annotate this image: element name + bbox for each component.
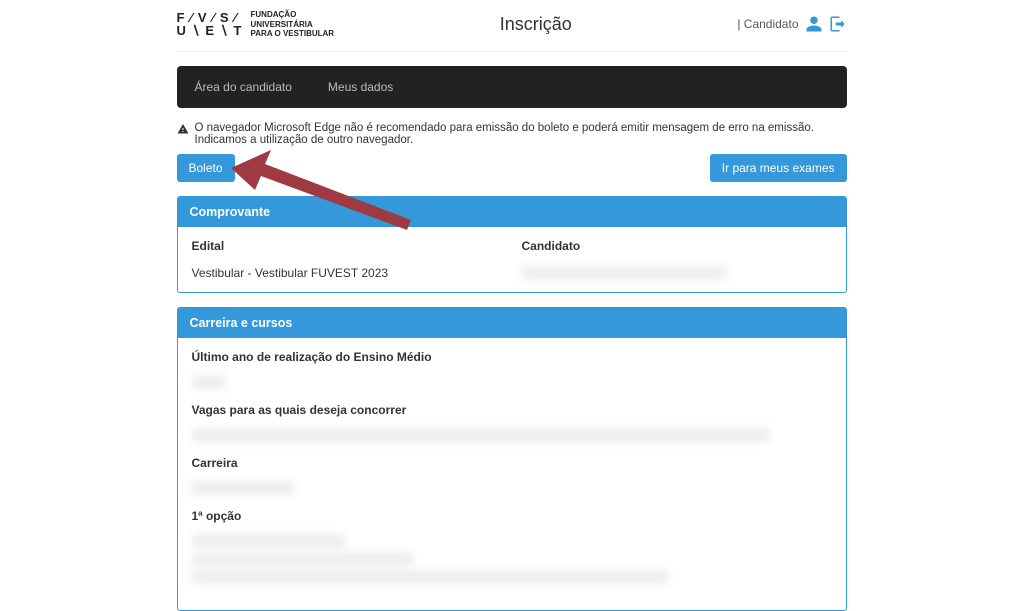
logo-mark-line1: F ∕ V ∕ S ∕ [177, 11, 243, 25]
panel-comprovante-header: Comprovante [178, 197, 846, 227]
logout-icon[interactable] [829, 15, 847, 33]
carreira-label: Carreira [192, 456, 832, 470]
browser-warning: O navegador Microsoft Edge não é recomen… [177, 122, 847, 146]
panel-comprovante: Comprovante Edital Vestibular - Vestibul… [177, 196, 847, 293]
logo-text-line3: para o Vestibular [251, 29, 335, 39]
candidato-label: Candidato [522, 239, 832, 253]
nav-meus-dados[interactable]: Meus dados [310, 66, 411, 108]
ensino-medio-value: ████ [192, 375, 226, 389]
panel-carreira: Carreira e cursos Último ano de realizaç… [177, 307, 847, 611]
logo-text-line2: Universitária [251, 20, 335, 30]
candidato-value: ████████████████████████ [522, 266, 726, 280]
logo-text-line1: Fundação [251, 10, 335, 20]
ensino-medio-label: Último ano de realização do Ensino Médio [192, 350, 832, 364]
logo-mark: F ∕ V ∕ S ∕ U ∖ E ∖ T [177, 11, 243, 38]
user-box: | Candidato [737, 15, 846, 33]
navbar: Área do candidato Meus dados [177, 66, 847, 108]
edital-value: Vestibular - Vestibular FUVEST 2023 [192, 266, 389, 280]
opcao1-value-line3: ████████████████████████████████████████… [192, 570, 668, 584]
logo-text: Fundação Universitária para o Vestibular [251, 10, 335, 39]
edital-label: Edital [192, 239, 502, 253]
warning-icon [177, 123, 189, 135]
boleto-button[interactable]: Boleto [177, 154, 235, 182]
carreira-value: ████████████ [192, 481, 294, 495]
opcao1-value-line2: ██████████████████████████ [192, 552, 413, 566]
vagas-value: ████████████████████████████████████████… [192, 428, 770, 442]
panel-carreira-header: Carreira e cursos [178, 308, 846, 338]
logo-mark-line2: U ∖ E ∖ T [177, 24, 243, 38]
user-icon[interactable] [805, 15, 823, 33]
vagas-label: Vagas para as quais deseja concorrer [192, 403, 832, 417]
logo: F ∕ V ∕ S ∕ U ∖ E ∖ T Fundação Universit… [177, 10, 335, 39]
opcao1-value-line1: ██████████████████ [192, 534, 345, 548]
page-title: Inscrição [334, 14, 737, 35]
nav-area-candidato[interactable]: Área do candidato [177, 66, 310, 108]
opcao1-label: 1ª opção [192, 509, 832, 523]
warning-text: O navegador Microsoft Edge não é recomen… [195, 122, 847, 146]
ir-meus-exames-button[interactable]: Ir para meus exames [710, 154, 847, 182]
button-row: Boleto Ir para meus exames [177, 154, 847, 182]
topbar: F ∕ V ∕ S ∕ U ∖ E ∖ T Fundação Universit… [177, 0, 847, 52]
user-label: | Candidato [737, 17, 798, 31]
